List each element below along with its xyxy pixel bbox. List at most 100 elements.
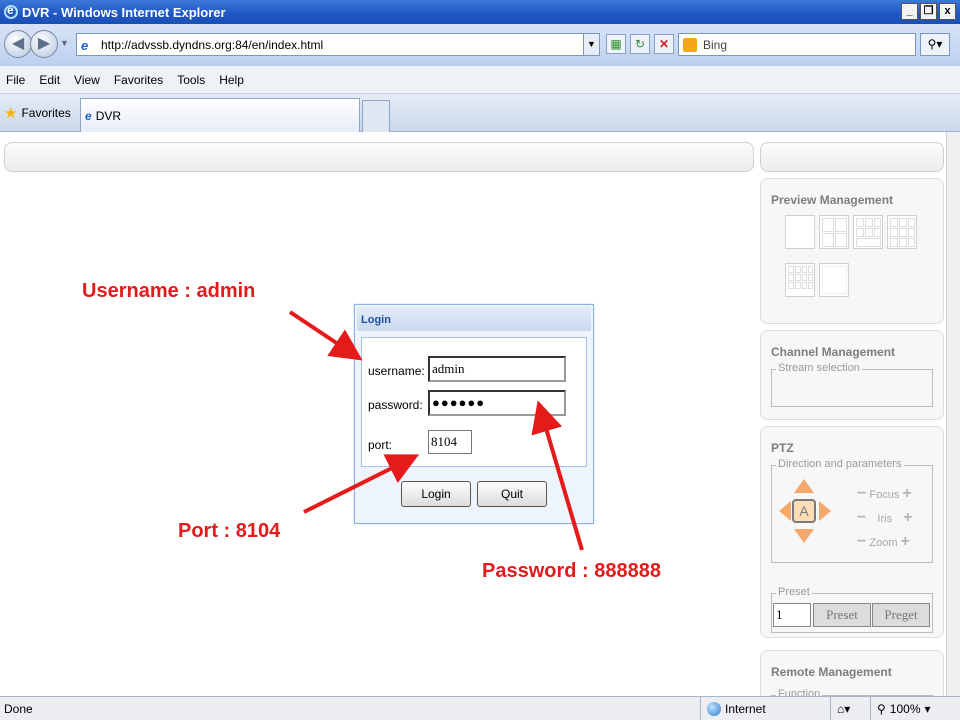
ptz-up-arrow-icon[interactable] <box>794 479 814 493</box>
preset-button[interactable]: Preset <box>813 603 871 627</box>
tab-title: DVR <box>95 108 122 123</box>
menu-favorites[interactable]: Favorites <box>114 73 163 87</box>
port-input[interactable]: 8104 <box>428 430 472 454</box>
close-button[interactable]: x <box>939 3 956 20</box>
back-button[interactable]: ◀ <box>4 30 32 58</box>
layout-25-button[interactable] <box>819 263 849 297</box>
zoom-plus-button[interactable]: + <box>901 533 910 550</box>
address-dropdown-icon[interactable]: ▼ <box>583 34 599 55</box>
protected-mode-icon[interactable]: ⌂▾ <box>830 696 870 720</box>
layout-1-button[interactable] <box>785 215 815 249</box>
menu-file[interactable]: File <box>6 73 25 87</box>
quit-button[interactable]: Quit <box>477 481 547 507</box>
ptz-panel: PTZ Direction and parameters A − Focus +… <box>760 426 944 638</box>
layout-4-button[interactable] <box>819 215 849 249</box>
vertical-scrollbar[interactable] <box>946 132 960 696</box>
window-title: DVR - Windows Internet Explorer <box>22 4 226 20</box>
preview-management-title: Preview Management <box>771 193 894 207</box>
favorites-button[interactable]: ★ Favorites <box>4 104 71 122</box>
zoom-minus-button[interactable]: − <box>857 533 866 550</box>
forward-button[interactable]: ▶ <box>30 30 58 58</box>
iris-minus-button[interactable]: − <box>857 509 866 526</box>
username-input[interactable]: admin <box>428 356 566 382</box>
iris-control: − Iris + <box>857 509 912 527</box>
port-label: port: <box>368 438 393 452</box>
menu-view[interactable]: View <box>74 73 100 87</box>
ptz-auto-button[interactable]: A <box>792 499 816 523</box>
globe-icon <box>707 701 721 716</box>
tab-dvr[interactable]: e DVR <box>80 98 360 132</box>
username-arrow <box>288 310 363 361</box>
preview-management-panel: Preview Management <box>760 178 944 324</box>
zoom-level-button[interactable]: ⚲ 100% ▾ <box>870 696 944 720</box>
security-zone[interactable]: Internet <box>700 696 830 720</box>
username-annotation: Username : admin <box>82 280 256 302</box>
new-tab-button[interactable] <box>362 100 390 132</box>
bing-logo-icon <box>683 37 697 52</box>
search-button[interactable]: ⚲▾ <box>920 33 950 56</box>
restore-button[interactable]: ❐ <box>920 3 937 20</box>
zoom-label: Zoom <box>869 537 898 549</box>
stop-icon[interactable]: ✕ <box>654 34 674 54</box>
channel-management-panel: Channel Management Stream selection <box>760 330 944 420</box>
url-input[interactable]: http://advssb.dyndns.org:84/en/index.htm… <box>101 38 323 52</box>
window-titlebar: DVR - Windows Internet Explorer _ ❐ x <box>0 0 960 24</box>
layout-9-button[interactable] <box>887 215 917 249</box>
username-label: username: <box>368 364 425 378</box>
preget-button[interactable]: Preget <box>872 603 930 627</box>
window-controls: _ ❐ x <box>901 3 956 20</box>
zoom-level: 100% <box>889 701 921 716</box>
search-box[interactable]: Bing <box>678 33 916 56</box>
focus-plus-button[interactable]: + <box>902 485 911 502</box>
ptz-down-arrow-icon[interactable] <box>794 529 814 543</box>
search-icon: ⚲▾ <box>927 37 943 51</box>
ptz-title: PTZ <box>771 441 794 455</box>
page-icon: e <box>81 37 89 53</box>
favorites-label: Favorites <box>21 106 71 120</box>
iris-label: Iris <box>877 513 893 525</box>
preset-number-input[interactable]: 1 <box>773 603 811 627</box>
ptz-right-arrow-icon[interactable] <box>819 501 831 521</box>
ptz-direction-pad: A <box>779 479 831 545</box>
favorites-bar: ★ Favorites e DVR <box>0 94 960 132</box>
back-arrow-icon: ◀ <box>11 35 25 52</box>
menu-help[interactable]: Help <box>219 73 244 87</box>
login-button[interactable]: Login <box>401 481 471 507</box>
address-toolbar: ◀ ▶ ▼ e http://advssb.dyndns.org:84/en/i… <box>0 24 960 66</box>
zoom-dropdown-icon: ▾ <box>924 701 931 716</box>
menu-tools[interactable]: Tools <box>177 73 205 87</box>
top-right-panel <box>760 142 944 172</box>
channel-management-title: Channel Management <box>771 345 896 359</box>
layout-6-button[interactable] <box>853 215 883 249</box>
password-input[interactable]: ●●●●●● <box>428 390 566 416</box>
remote-management-panel: Remote Management Function <box>760 650 944 696</box>
password-label: password: <box>368 398 423 412</box>
menu-edit[interactable]: Edit <box>39 73 60 87</box>
history-dropdown-icon[interactable]: ▼ <box>60 38 69 48</box>
remote-management-title: Remote Management <box>771 665 892 679</box>
search-input[interactable]: Bing <box>703 38 727 52</box>
login-form: username: admin password: ●●●●●● port: 8… <box>361 337 587 467</box>
ptz-left-arrow-icon[interactable] <box>779 501 791 521</box>
layout-16-button[interactable] <box>785 263 815 297</box>
minimize-button[interactable]: _ <box>901 3 918 20</box>
focus-control: − Focus + <box>857 485 912 503</box>
iris-plus-button[interactable]: + <box>903 509 912 526</box>
stream-selection-legend: Stream selection <box>776 362 862 374</box>
forward-arrow-icon: ▶ <box>37 35 51 52</box>
password-annotation: Password : 888888 <box>482 560 661 582</box>
menu-bar: File Edit View Favorites Tools Help <box>0 66 960 94</box>
status-bar: Done Internet ⌂▾ ⚲ 100% ▾ <box>0 696 960 720</box>
status-text: Done <box>4 701 33 716</box>
ie-page-icon: e <box>85 108 92 123</box>
focus-minus-button[interactable]: − <box>857 485 866 502</box>
address-bar[interactable]: e http://advssb.dyndns.org:84/en/index.h… <box>76 33 600 56</box>
top-toolbar-panel <box>4 142 754 172</box>
page-content: Preview Management Channel Management St… <box>0 132 946 696</box>
magnifier-icon: ⚲ <box>877 701 886 716</box>
zoom-control: − Zoom + <box>857 533 910 551</box>
login-title: Login <box>357 307 591 331</box>
port-annotation: Port : 8104 <box>178 520 281 542</box>
refresh-icon[interactable]: ↻ <box>630 34 650 54</box>
compatibility-icon[interactable]: ▦ <box>606 34 626 54</box>
